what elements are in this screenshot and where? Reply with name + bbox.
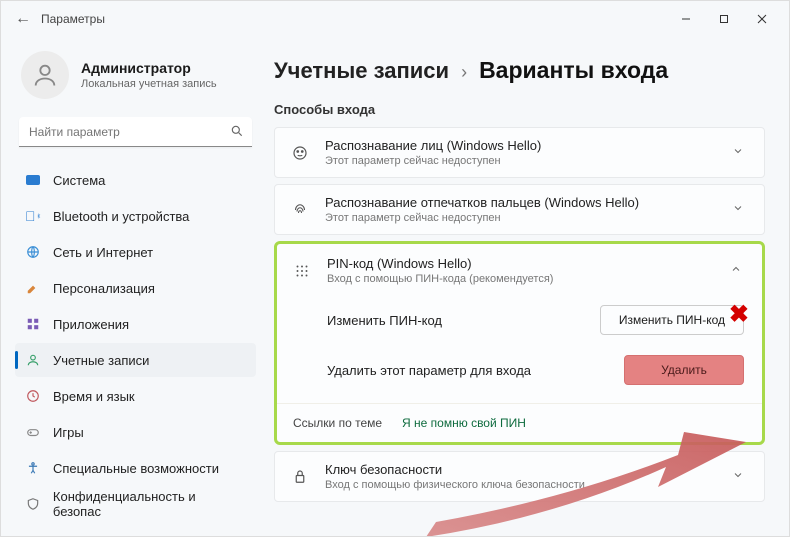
chevron-down-icon — [732, 202, 750, 217]
option-pin: PIN-код (Windows Hello) Вход с помощью П… — [274, 241, 765, 445]
apps-icon — [25, 316, 41, 332]
remove-pin-button[interactable]: Удалить — [624, 355, 744, 385]
related-links-label: Ссылки по теме — [293, 416, 382, 430]
avatar — [21, 51, 69, 99]
face-icon — [289, 144, 311, 162]
nav-apps[interactable]: Приложения — [15, 307, 256, 341]
minimize-button[interactable] — [667, 5, 705, 33]
option-security-key[interactable]: Ключ безопасности Вход с помощью физичес… — [274, 451, 765, 502]
nav-time-language[interactable]: Время и язык — [15, 379, 256, 413]
close-button[interactable] — [743, 5, 781, 33]
breadcrumb: Учетные записи › Варианты входа — [274, 57, 765, 84]
option-face-recognition[interactable]: Распознавание лиц (Windows Hello) Этот п… — [274, 127, 765, 178]
page-title: Варианты входа — [479, 57, 668, 84]
nav-personalization[interactable]: Персонализация — [15, 271, 256, 305]
privacy-icon — [25, 496, 41, 512]
accessibility-icon — [25, 460, 41, 476]
search-icon — [230, 124, 244, 141]
gaming-icon — [25, 424, 41, 440]
chevron-down-icon — [732, 469, 750, 484]
nav-network[interactable]: Сеть и Интернет — [15, 235, 256, 269]
fingerprint-icon — [289, 201, 311, 219]
nav-accessibility[interactable]: Специальные возможности — [15, 451, 256, 485]
nav-system[interactable]: Система — [15, 163, 256, 197]
bluetooth-icon:  — [25, 208, 41, 224]
nav-accounts[interactable]: Учетные записи — [15, 343, 256, 377]
back-button[interactable]: ← — [9, 10, 37, 28]
option-pin-header[interactable]: PIN-код (Windows Hello) Вход с помощью П… — [277, 244, 762, 295]
remove-pin-label: Удалить этот параметр для входа — [327, 363, 624, 378]
forgot-pin-link[interactable]: Я не помню свой ПИН — [402, 416, 526, 430]
nav-gaming[interactable]: Игры — [15, 415, 256, 449]
nav-privacy[interactable]: Конфиденциальность и безопас — [15, 487, 256, 521]
window-title: Параметры — [41, 12, 105, 26]
user-account-type: Локальная учетная запись — [81, 78, 217, 90]
time-icon — [25, 388, 41, 404]
security-key-icon — [289, 468, 311, 486]
pin-keypad-icon — [291, 262, 313, 280]
accounts-icon — [25, 352, 41, 368]
change-pin-label: Изменить ПИН-код — [327, 313, 600, 328]
maximize-button[interactable] — [705, 5, 743, 33]
personalization-icon — [25, 280, 41, 296]
change-pin-button[interactable]: Изменить ПИН-код ✖ — [600, 305, 744, 335]
network-icon — [25, 244, 41, 260]
chevron-down-icon — [732, 145, 750, 160]
chevron-up-icon — [730, 263, 748, 278]
system-icon — [25, 172, 41, 188]
user-name: Администратор — [81, 60, 217, 76]
option-fingerprint[interactable]: Распознавание отпечатков пальцев (Window… — [274, 184, 765, 235]
search-input[interactable] — [19, 117, 252, 147]
nav-bluetooth[interactable]: Bluetooth и устройства — [15, 199, 256, 233]
annotation-x-icon: ✖ — [729, 300, 749, 329]
breadcrumb-parent[interactable]: Учетные записи — [274, 58, 449, 84]
section-heading: Способы входа — [274, 102, 765, 117]
chevron-right-icon: › — [461, 62, 467, 83]
